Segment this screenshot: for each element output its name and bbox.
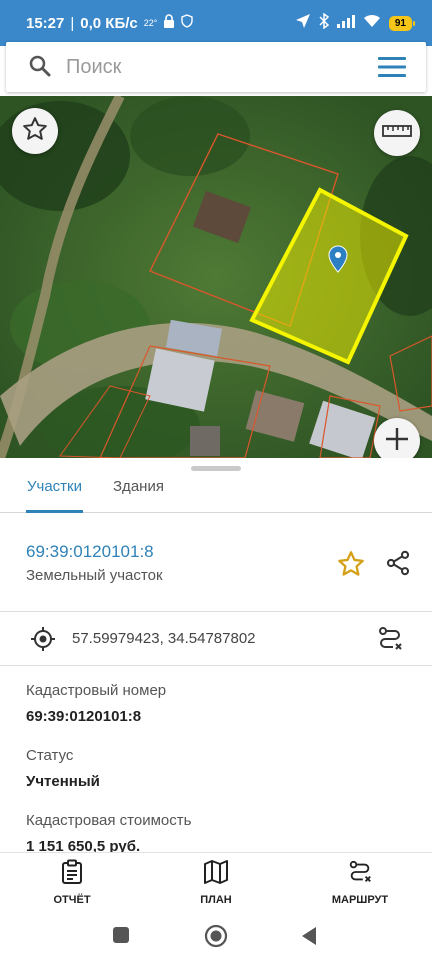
battery-indicator: 91: [388, 16, 416, 31]
report-button[interactable]: ОТЧЁТ: [17, 859, 127, 906]
coordinates-text[interactable]: 57.59979423, 34.54787802: [72, 630, 256, 647]
plan-button[interactable]: ПЛАН: [161, 859, 271, 906]
favorite-map-button[interactable]: [12, 108, 58, 154]
signal-icon: [336, 14, 355, 33]
report-icon: [60, 859, 84, 889]
menu-icon[interactable]: [378, 56, 406, 83]
tab-parcels[interactable]: Участки: [26, 478, 83, 513]
cadastral-number-label: Кадастровый номер: [26, 682, 167, 699]
plan-label: ПЛАН: [200, 894, 232, 906]
zoom-in-button[interactable]: [374, 418, 420, 458]
status-time: 15:27: [26, 14, 65, 32]
star-outline-icon: [22, 116, 48, 147]
crosshair-icon: [30, 626, 56, 657]
search-input[interactable]: [66, 52, 366, 82]
map-icon: [203, 860, 229, 889]
wifi-icon: [363, 14, 381, 33]
shield-icon: [181, 14, 194, 32]
share-icon[interactable]: [384, 549, 412, 582]
temperature: 22°: [143, 18, 158, 28]
divider: [0, 611, 432, 612]
tab-buildings[interactable]: Здания: [113, 478, 164, 513]
route-icon: [347, 860, 373, 889]
bluetooth-icon: [319, 12, 330, 34]
bottom-navigation: ОТЧЁТ ПЛАН МАРШРУТ: [0, 852, 432, 912]
network-speed: 0,0 КБ/с: [80, 14, 138, 32]
ruler-icon: [382, 124, 412, 143]
location-arrow-icon: [295, 13, 311, 34]
status-value: Учтенный: [26, 773, 100, 790]
back-icon[interactable]: [300, 926, 318, 951]
ruler-button[interactable]: [374, 110, 420, 156]
coordinates-row: 57.59979423, 34.54787802: [0, 613, 432, 665]
status-bar: 15:27 | 0,0 КБ/с 22° 91: [0, 0, 432, 46]
drag-handle[interactable]: [191, 466, 241, 471]
divider: [0, 665, 432, 666]
plus-icon: [384, 426, 410, 457]
route-icon[interactable]: [376, 625, 404, 658]
home-icon[interactable]: [204, 924, 228, 953]
info-panel: Участки Здания 69:39:0120101:8 Земельный…: [0, 458, 432, 855]
parcel-type: Земельный участок: [26, 567, 163, 584]
recent-apps-icon[interactable]: [112, 926, 130, 949]
report-label: ОТЧЁТ: [53, 894, 91, 906]
status-label: Статус: [26, 747, 74, 764]
lock-icon: [163, 14, 175, 32]
search-icon[interactable]: [28, 54, 52, 83]
cadastral-value-label: Кадастровая стоимость: [26, 812, 192, 829]
system-navigation-bar: [0, 912, 432, 960]
parcel-cadastral-link[interactable]: 69:39:0120101:8: [26, 542, 154, 562]
route-label: МАРШРУТ: [331, 894, 389, 906]
cadastral-number-value: 69:39:0120101:8: [26, 708, 142, 725]
search-bar: [6, 42, 426, 92]
route-button[interactable]: МАРШРУТ: [305, 859, 415, 906]
satellite-map[interactable]: [0, 96, 432, 458]
star-icon[interactable]: [337, 550, 365, 583]
tab-bar: Участки Здания: [0, 472, 432, 513]
